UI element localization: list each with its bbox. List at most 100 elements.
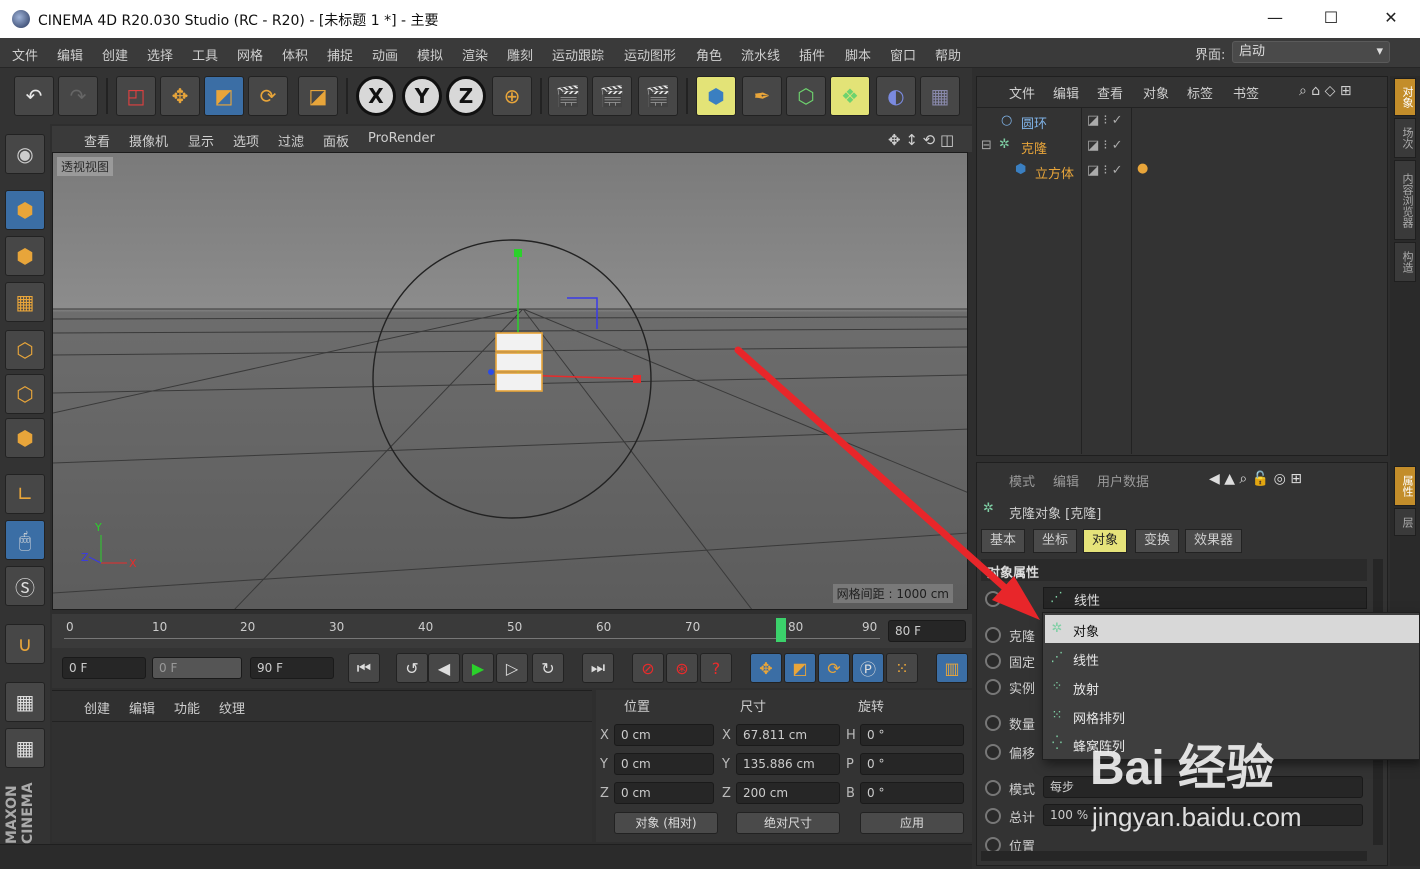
key-scale-icon[interactable]: ◩ [784,653,816,683]
current-frame-field[interactable]: 0 F [152,657,242,679]
last-tool-icon[interactable]: ◪ [298,76,338,116]
render-settings-icon[interactable]: 🎬 [638,76,678,116]
attr-tab-effectors[interactable]: 效果器 [1185,529,1243,553]
radio-icon[interactable] [985,653,1001,669]
object-menu-edit[interactable]: 编辑 [1053,83,1079,102]
attr-menu-mode[interactable]: 模式 [1009,471,1035,490]
undo-icon[interactable]: ↶ [14,76,54,116]
rotation-h-field[interactable]: 0 ° [860,724,964,746]
menu-animate[interactable]: 动画 [372,45,398,64]
snap-magnet-icon[interactable]: ∪ [5,624,45,664]
menu-snap[interactable]: 捕捉 [327,45,353,64]
menu-script[interactable]: 脚本 [845,45,871,64]
radio-icon[interactable] [985,808,1001,824]
tree-collapse-icon[interactable]: ⊟ [981,138,992,153]
radio-icon[interactable] [985,744,1001,760]
viewport-menu-view[interactable]: 查看 [84,131,110,150]
material-menu-edit[interactable]: 编辑 [129,698,155,717]
maximize-icon[interactable]: ☐ [1316,8,1346,30]
size-z-field[interactable]: 200 cm [736,782,840,804]
menu-window[interactable]: 窗口 [890,45,916,64]
dropdown-item-linear[interactable]: ⋰ 线性 [1045,644,1419,672]
radio-icon[interactable] [985,715,1001,731]
timeline-end-field[interactable]: 80 F [888,620,966,642]
attr-menu-edit[interactable]: 编辑 [1053,471,1079,490]
next-key-icon[interactable]: ↻ [532,653,564,683]
scale-icon[interactable]: ◩ [204,76,244,116]
object-menu-bookmarks[interactable]: 书签 [1233,83,1259,102]
timeline-window-icon[interactable]: ▥ [936,653,968,683]
attr-tab-coord[interactable]: 坐标 [1033,529,1078,553]
move-icon[interactable]: ✥ [160,76,200,116]
menu-plugins[interactable]: 插件 [799,45,825,64]
minimize-icon[interactable]: — [1260,8,1290,30]
timeline-ruler[interactable]: 0 10 20 30 40 50 60 70 80 90 80 F [52,614,972,648]
dropdown-item-object[interactable]: ✲ 对象 [1045,615,1419,643]
side-tab-takes[interactable]: 场次 [1394,118,1416,158]
timeline-playhead[interactable] [776,618,786,642]
z-axis-icon[interactable]: Z [446,76,486,116]
object-row-cube[interactable]: ⬢ 立方体 ◪ ⁝ ✓ ● [977,159,1387,183]
key-point-icon[interactable]: ⁙ [886,653,918,683]
side-tab-structure[interactable]: 构造 [1394,242,1416,282]
pen-icon[interactable]: ✒ [742,76,782,116]
close-icon[interactable]: ✕ [1376,8,1406,30]
side-tab-attributes[interactable]: 属性 [1394,466,1416,506]
radio-icon[interactable] [985,679,1001,695]
viewport-menu-panel[interactable]: 面板 [323,131,349,150]
visibility-check-icon[interactable]: ◪ ⁝ ✓ [1087,138,1123,153]
lock-workplane-icon[interactable]: ▦ [5,682,45,722]
texture-mode-icon[interactable]: ⬢ [5,236,45,276]
attr-tab-transform[interactable]: 变换 [1135,529,1180,553]
previous-frame-icon[interactable]: ◀ [428,653,460,683]
tweak-mode-icon[interactable]: 🖱 [5,520,45,560]
start-frame-field[interactable]: 0 F [62,657,146,679]
menu-pipeline[interactable]: 流水线 [741,45,780,64]
viewport-menu-camera[interactable]: 摄像机 [129,131,168,150]
model-mode-icon[interactable]: ⬢ [5,190,45,230]
redo-icon[interactable]: ↷ [58,76,98,116]
key-position-icon[interactable]: ✥ [750,653,782,683]
record-icon[interactable]: ⊘ [632,653,664,683]
menu-file[interactable]: 文件 [12,45,38,64]
radio-icon[interactable] [985,627,1001,643]
dropdown-item-grid-array[interactable]: ⁙ 网格排列 [1045,702,1419,730]
attr-tab-object[interactable]: 对象 [1083,529,1128,553]
position-z-field[interactable]: 0 cm [614,782,714,804]
coord-mode-select[interactable]: 对象 (相对) [614,812,718,834]
radio-icon[interactable] [985,591,1001,607]
attr-menu-userdata[interactable]: 用户数据 [1097,471,1149,490]
material-menu-create[interactable]: 创建 [84,698,110,717]
material-menu-function[interactable]: 功能 [174,698,200,717]
attr-hscrollbar[interactable] [981,851,1367,861]
render-view-icon[interactable]: 🎬 [548,76,588,116]
clone-mode-select[interactable]: ⋰ 线性 [1043,587,1367,609]
next-frame-icon[interactable]: ▷ [496,653,528,683]
object-row-cloner[interactable]: ⊟ ✲ 克隆 ◪ ⁝ ✓ [977,134,1387,158]
radio-icon[interactable] [985,780,1001,796]
menu-tools[interactable]: 工具 [192,45,218,64]
dropdown-item-honeycomb[interactable]: ⁛ 蜂窝阵列 [1045,730,1419,758]
key-parameter-icon[interactable]: Ⓟ [852,653,884,683]
polygons-mode-icon[interactable]: ⬢ [5,418,45,458]
key-rotation-icon[interactable]: ⟳ [818,653,850,683]
menu-sculpt[interactable]: 雕刻 [507,45,533,64]
viewport-nav-icons[interactable]: ✥ ↕ ⟲ ◫ [888,131,954,149]
x-axis-icon[interactable]: X [356,76,396,116]
workplane-icon[interactable]: ▦ [5,728,45,768]
object-search-icons[interactable]: ⌕ ⌂ ◇ ⊞ [1299,83,1352,99]
attr-tab-basic[interactable]: 基本 [981,529,1026,553]
menu-character[interactable]: 角色 [696,45,722,64]
layout-select[interactable]: 启动 ▾ [1232,41,1390,63]
menu-edit[interactable]: 编辑 [57,45,83,64]
edges-mode-icon[interactable]: ⬡ [5,374,45,414]
total-field[interactable]: 100 % [1043,804,1363,826]
go-to-start-icon[interactable]: ⏮ [348,653,380,683]
end-frame-field[interactable]: 90 F [250,657,334,679]
object-menu-view[interactable]: 查看 [1097,83,1123,102]
object-menu-file[interactable]: 文件 [1009,83,1035,102]
menu-help[interactable]: 帮助 [935,45,961,64]
perspective-viewport[interactable]: 透视视图 Y Z X 网格间距 : 1000 cm [52,152,968,610]
auto-key-icon[interactable]: ⊛ [666,653,698,683]
live-selection-icon[interactable]: ◰ [116,76,156,116]
